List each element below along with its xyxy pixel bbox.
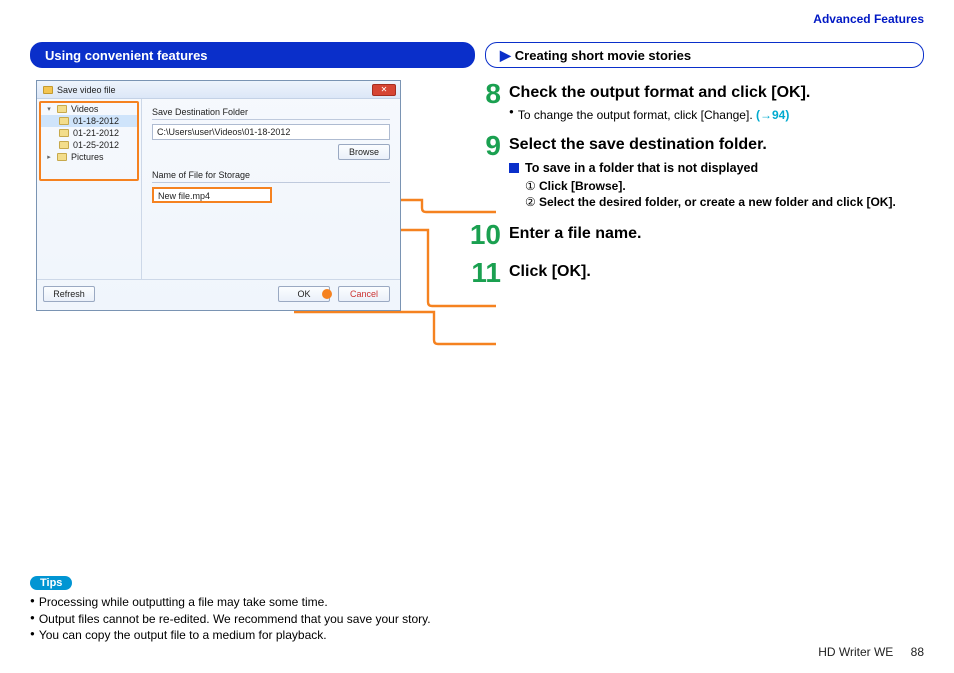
- ok-callout-dot: [322, 289, 332, 299]
- tip-2: Output files cannot be re-edited. We rec…: [30, 611, 630, 627]
- folder-tree[interactable]: ▾ Videos 01-18-2012 01-21-2012 01-: [37, 99, 142, 279]
- section-link[interactable]: Advanced Features: [813, 12, 924, 26]
- dialog-titlebar: Save video file ✕: [37, 81, 400, 99]
- tip-1: Processing while outputting a file may t…: [30, 594, 630, 610]
- folder-icon: [59, 129, 69, 137]
- tab-left: Using convenient features: [30, 42, 475, 68]
- tips-badge: Tips: [30, 576, 72, 590]
- step-number: 11: [465, 259, 501, 287]
- folder-icon: [59, 141, 69, 149]
- tab-right-label: Creating short movie stories: [515, 48, 691, 63]
- tree-label: 01-18-2012: [73, 116, 119, 126]
- tree-root-pictures[interactable]: ▸ Pictures: [41, 151, 137, 163]
- folder-icon: [57, 153, 67, 161]
- substep-1: ① Click [Browse].: [525, 178, 924, 194]
- folder-icon: [43, 86, 53, 94]
- substep-2: ② Select the desired folder, or create a…: [525, 194, 924, 210]
- page-number: 88: [911, 645, 924, 659]
- substep-text: Click [Browse].: [539, 178, 626, 194]
- expand-icon: ▾: [45, 105, 53, 113]
- circled-number-icon: ①: [525, 178, 539, 194]
- page-ref-link[interactable]: (→94): [756, 108, 789, 122]
- dialog-main: Save Destination Folder C:\Users\user\Vi…: [142, 99, 400, 279]
- step-10: 10 Enter a file name.: [465, 221, 924, 249]
- substep-text: Select the desired folder, or create a n…: [539, 194, 896, 210]
- dialog-footer: Refresh OK Cancel: [37, 279, 400, 310]
- folder-icon: [59, 117, 69, 125]
- folder-icon: [57, 105, 67, 113]
- browse-button[interactable]: Browse: [338, 144, 390, 160]
- cancel-button[interactable]: Cancel: [338, 286, 390, 302]
- save-dialog: Save video file ✕ ▾ Videos 01-18-2012: [36, 80, 401, 311]
- circled-number-icon: ②: [525, 194, 539, 210]
- step-11: 11 Click [OK].: [465, 259, 924, 287]
- tree-label: Videos: [71, 104, 98, 114]
- path-input[interactable]: C:\Users\user\Videos\01-18-2012: [152, 124, 390, 140]
- sub-heading: To save in a folder that is not displaye…: [509, 161, 924, 175]
- tab-bar: Using convenient features ▶ Creating sho…: [30, 42, 924, 68]
- dest-label: Save Destination Folder: [152, 107, 390, 117]
- product-name: HD Writer WE: [818, 645, 893, 659]
- tree-label: 01-21-2012: [73, 128, 119, 138]
- content-row: Save video file ✕ ▾ Videos 01-18-2012: [30, 80, 924, 311]
- step-title: Select the save destination folder.: [509, 134, 924, 156]
- expand-icon: ▸: [45, 153, 53, 161]
- dialog-title: Save video file: [57, 85, 116, 95]
- tree-item-1[interactable]: 01-21-2012: [41, 127, 137, 139]
- bullet-text: To change the output format, click [Chan…: [518, 108, 756, 122]
- tree-label: Pictures: [71, 152, 104, 162]
- tree-item-0[interactable]: 01-18-2012: [41, 115, 137, 127]
- filename-input[interactable]: New file.mp4: [152, 187, 272, 203]
- tree-item-2[interactable]: 01-25-2012: [41, 139, 137, 151]
- step-number: 10: [465, 221, 501, 249]
- tree-root-videos[interactable]: ▾ Videos: [41, 103, 137, 115]
- sub-heading-text: To save in a folder that is not displaye…: [525, 161, 758, 175]
- tip-3: You can copy the output file to a medium…: [30, 627, 630, 643]
- tree-label: 01-25-2012: [73, 140, 119, 150]
- tips-section: Tips Processing while outputting a file …: [30, 575, 630, 643]
- step-8: 8 Check the output format and click [OK]…: [465, 80, 924, 122]
- refresh-button[interactable]: Refresh: [43, 286, 95, 302]
- square-bullet-icon: [509, 163, 519, 173]
- step-title: Enter a file name.: [509, 223, 924, 245]
- step-title: Click [OK].: [509, 261, 924, 283]
- tab-right: ▶ Creating short movie stories: [485, 42, 924, 68]
- play-icon: ▶: [500, 47, 511, 64]
- step-number: 9: [465, 132, 501, 211]
- step-title: Check the output format and click [OK].: [509, 82, 924, 104]
- step-bullet: To change the output format, click [Chan…: [509, 108, 924, 122]
- screenshot-panel: Save video file ✕ ▾ Videos 01-18-2012: [30, 80, 435, 311]
- step-9: 9 Select the save destination folder. To…: [465, 132, 924, 211]
- filename-label: Name of File for Storage: [152, 170, 390, 180]
- steps-column: 8 Check the output format and click [OK]…: [455, 80, 924, 311]
- close-button[interactable]: ✕: [372, 84, 396, 96]
- step-number: 8: [465, 80, 501, 122]
- page-footer: HD Writer WE 88: [818, 645, 924, 659]
